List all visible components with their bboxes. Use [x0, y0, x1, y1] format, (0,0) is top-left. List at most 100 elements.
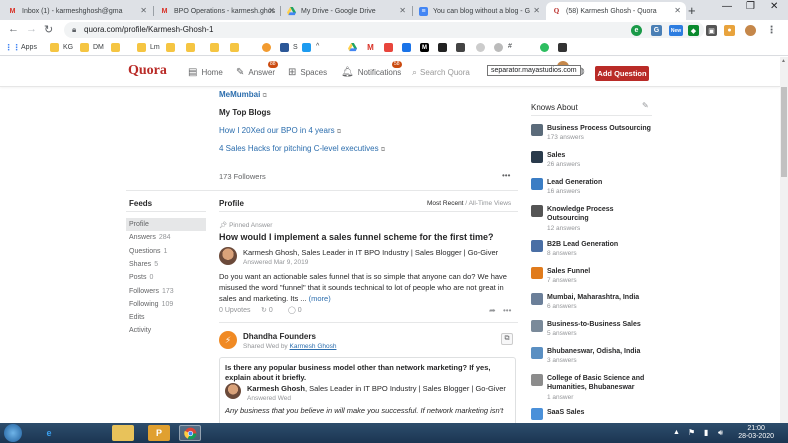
menu-kebab-icon[interactable]: ⋮	[766, 25, 777, 36]
topic-item[interactable]: Knowledge Process Outsourcing 12 answers	[531, 205, 657, 232]
new-tab-button[interactable]: +	[688, 3, 696, 18]
topic-name[interactable]: Sales	[547, 151, 657, 160]
topic-item[interactable]: Business Process Outsourcing 173 answers	[531, 124, 656, 148]
tab-my-drive[interactable]: My Drive - Google Drive ✕	[281, 2, 411, 20]
shared-by-link[interactable]: Karmesh Ghosh	[290, 343, 337, 350]
shared-source-name[interactable]: Dhandha Founders	[243, 332, 316, 341]
bookmark-site[interactable]	[402, 43, 415, 52]
topic-name[interactable]: Lead Generation	[547, 178, 657, 187]
bookmark-gmail[interactable]: M	[366, 43, 379, 52]
share-menu-icon[interactable]: ⧉	[501, 333, 513, 345]
bookmark-drive[interactable]	[348, 43, 361, 52]
reload-icon[interactable]: ↻	[44, 23, 53, 36]
feed-item-questions[interactable]: Questions 1	[126, 245, 206, 258]
minimize-button[interactable]: —	[722, 1, 732, 12]
bookmark-folder[interactable]	[166, 43, 179, 52]
back-arrow-icon[interactable]: ←	[8, 23, 19, 35]
question-title[interactable]: How would I implement a sales funnel sch…	[219, 232, 494, 242]
close-icon[interactable]: ✕	[399, 6, 406, 15]
bookmark-dm[interactable]: DM	[80, 43, 104, 52]
feed-item-edits[interactable]: Edits	[126, 311, 206, 324]
bookmark-kg[interactable]: KG	[50, 43, 73, 52]
topic-item[interactable]: Sales Funnel 7 answers	[531, 267, 656, 291]
new-extension-badge[interactable]: New	[669, 25, 683, 36]
more-link[interactable]: (more)	[309, 294, 331, 303]
ie-icon[interactable]: e	[38, 425, 60, 441]
chrome-icon[interactable]	[179, 425, 201, 441]
topic-item[interactable]: Lead Generation 16 answers	[531, 178, 656, 202]
topic-name[interactable]: Sales Funnel	[547, 267, 657, 276]
feed-item-following[interactable]: Following 109	[126, 298, 206, 311]
add-question-button[interactable]: Add Question	[595, 66, 649, 81]
sort-all-time-views[interactable]: All-Time Views	[469, 200, 512, 207]
topic-name[interactable]: B2B Lead Generation	[547, 240, 657, 249]
feed-item-activity[interactable]: Activity	[126, 324, 206, 337]
comment-button[interactable]: ◯ 0	[288, 306, 302, 314]
app-icon[interactable]: P	[148, 425, 170, 441]
nav-spaces[interactable]: ⊞ Spaces	[288, 67, 327, 78]
blog-link-sales-hacks[interactable]: 4 Sales Hacks for pitching C-level execu…	[219, 144, 385, 154]
bookmark-site[interactable]	[558, 43, 571, 52]
bookmark-medium[interactable]: M	[420, 43, 433, 52]
scrollbar-thumb[interactable]	[781, 87, 787, 177]
space-avatar[interactable]: ⚡︎	[219, 331, 237, 349]
bookmark-site[interactable]	[262, 43, 275, 52]
tab-inbox[interactable]: M Inbox (1) - karmeshghosh@gma ✕	[2, 2, 152, 20]
topic-item[interactable]: SaaS Sales	[531, 408, 656, 432]
topic-item[interactable]: B2B Lead Generation 8 answers	[531, 240, 656, 264]
bookmark-apps[interactable]: ⋮⋮ Apps	[5, 43, 37, 52]
explorer-folder-icon[interactable]	[112, 425, 134, 441]
forward-arrow-icon[interactable]: →	[26, 23, 37, 35]
more-options-icon[interactable]: •••	[503, 306, 511, 315]
shared-question-title[interactable]: Is there any popular business model othe…	[225, 363, 510, 383]
close-icon[interactable]: ✕	[140, 6, 147, 15]
feed-item-posts[interactable]: Posts 0	[126, 271, 206, 284]
bookmark-folder[interactable]	[186, 43, 199, 52]
close-icon[interactable]: ✕	[674, 6, 681, 15]
topic-name[interactable]: Business Process Outsourcing	[547, 124, 657, 133]
tab-blog-doc[interactable]: ≡ You can blog without a blog - G ✕	[413, 2, 545, 20]
bookmark-site[interactable]	[456, 43, 469, 52]
tray-flag-icon[interactable]: ⚑	[688, 428, 695, 437]
nav-notifications[interactable]: 🔔︎ Notifications	[341, 67, 401, 78]
scroll-up-icon[interactable]: ▲	[781, 58, 786, 64]
extension-icon[interactable]: ●	[724, 25, 735, 36]
nav-answer[interactable]: ✎ Answer	[236, 67, 275, 78]
tab-quora-profile[interactable]: Q (58) Karmesh Ghosh - Quora ✕	[546, 2, 686, 20]
avatar[interactable]	[219, 247, 237, 265]
feed-item-profile[interactable]: Profile	[126, 218, 206, 231]
search-input[interactable]: ⌕ Search Quora	[412, 66, 482, 79]
tab-bpo-operations[interactable]: M BPO Operations - karmesh.ghos ✕	[154, 2, 280, 20]
scrollbar[interactable]: ▲	[780, 57, 788, 423]
tray-volume-icon[interactable]: 🔊︎	[718, 428, 723, 438]
sort-most-recent[interactable]: Most Recent	[427, 200, 464, 207]
bookmark-folder[interactable]	[230, 43, 243, 52]
bookmark-site[interactable]	[494, 43, 507, 52]
bookmark-s[interactable]: S	[280, 43, 298, 52]
bookmark-site[interactable]	[476, 43, 489, 52]
topic-item[interactable]: Mumbai, Maharashtra, India 6 answers	[531, 293, 656, 317]
blog-link-20xed[interactable]: How I 20Xed our BPO in 4 years ⧉	[219, 126, 341, 136]
bookmark-evernote[interactable]	[540, 43, 553, 52]
feed-item-followers[interactable]: Followers 173	[126, 285, 206, 298]
shield-extension-icon[interactable]: ◆	[688, 25, 699, 36]
avatar[interactable]	[225, 383, 241, 399]
blog-link-memumbai[interactable]: MeMumbai ⧉	[219, 90, 267, 100]
topic-name[interactable]: Knowledge Process Outsourcing	[547, 205, 657, 223]
bookmark-site[interactable]	[302, 43, 315, 52]
tray-network-icon[interactable]: ▮	[704, 428, 708, 437]
bookmark-caret[interactable]: ^	[316, 43, 319, 50]
edit-pencil-icon[interactable]: ✎	[642, 101, 649, 110]
evernote-extension-icon[interactable]: e	[631, 25, 642, 36]
topic-name[interactable]: Business-to-Business Sales	[547, 320, 657, 329]
nav-home[interactable]: ▤ Home	[188, 67, 223, 78]
maximize-button[interactable]: ❐	[746, 1, 755, 12]
followers-count[interactable]: 173 Followers	[219, 172, 266, 181]
author-credential[interactable]: Karmesh Ghosh, Sales Leader in IT BPO In…	[243, 248, 498, 257]
profile-avatar-icon[interactable]	[745, 25, 756, 36]
system-clock[interactable]: 21:00 28-03-2020	[738, 425, 774, 441]
tray-chevron-icon[interactable]: ▲	[673, 429, 680, 436]
address-bar[interactable]: 🔒︎ quora.com/profile/Karmesh-Ghosh-1 ☆	[64, 22, 704, 38]
bookmark-folder[interactable]	[111, 43, 124, 52]
bookmark-lm[interactable]: Lm	[137, 43, 160, 52]
